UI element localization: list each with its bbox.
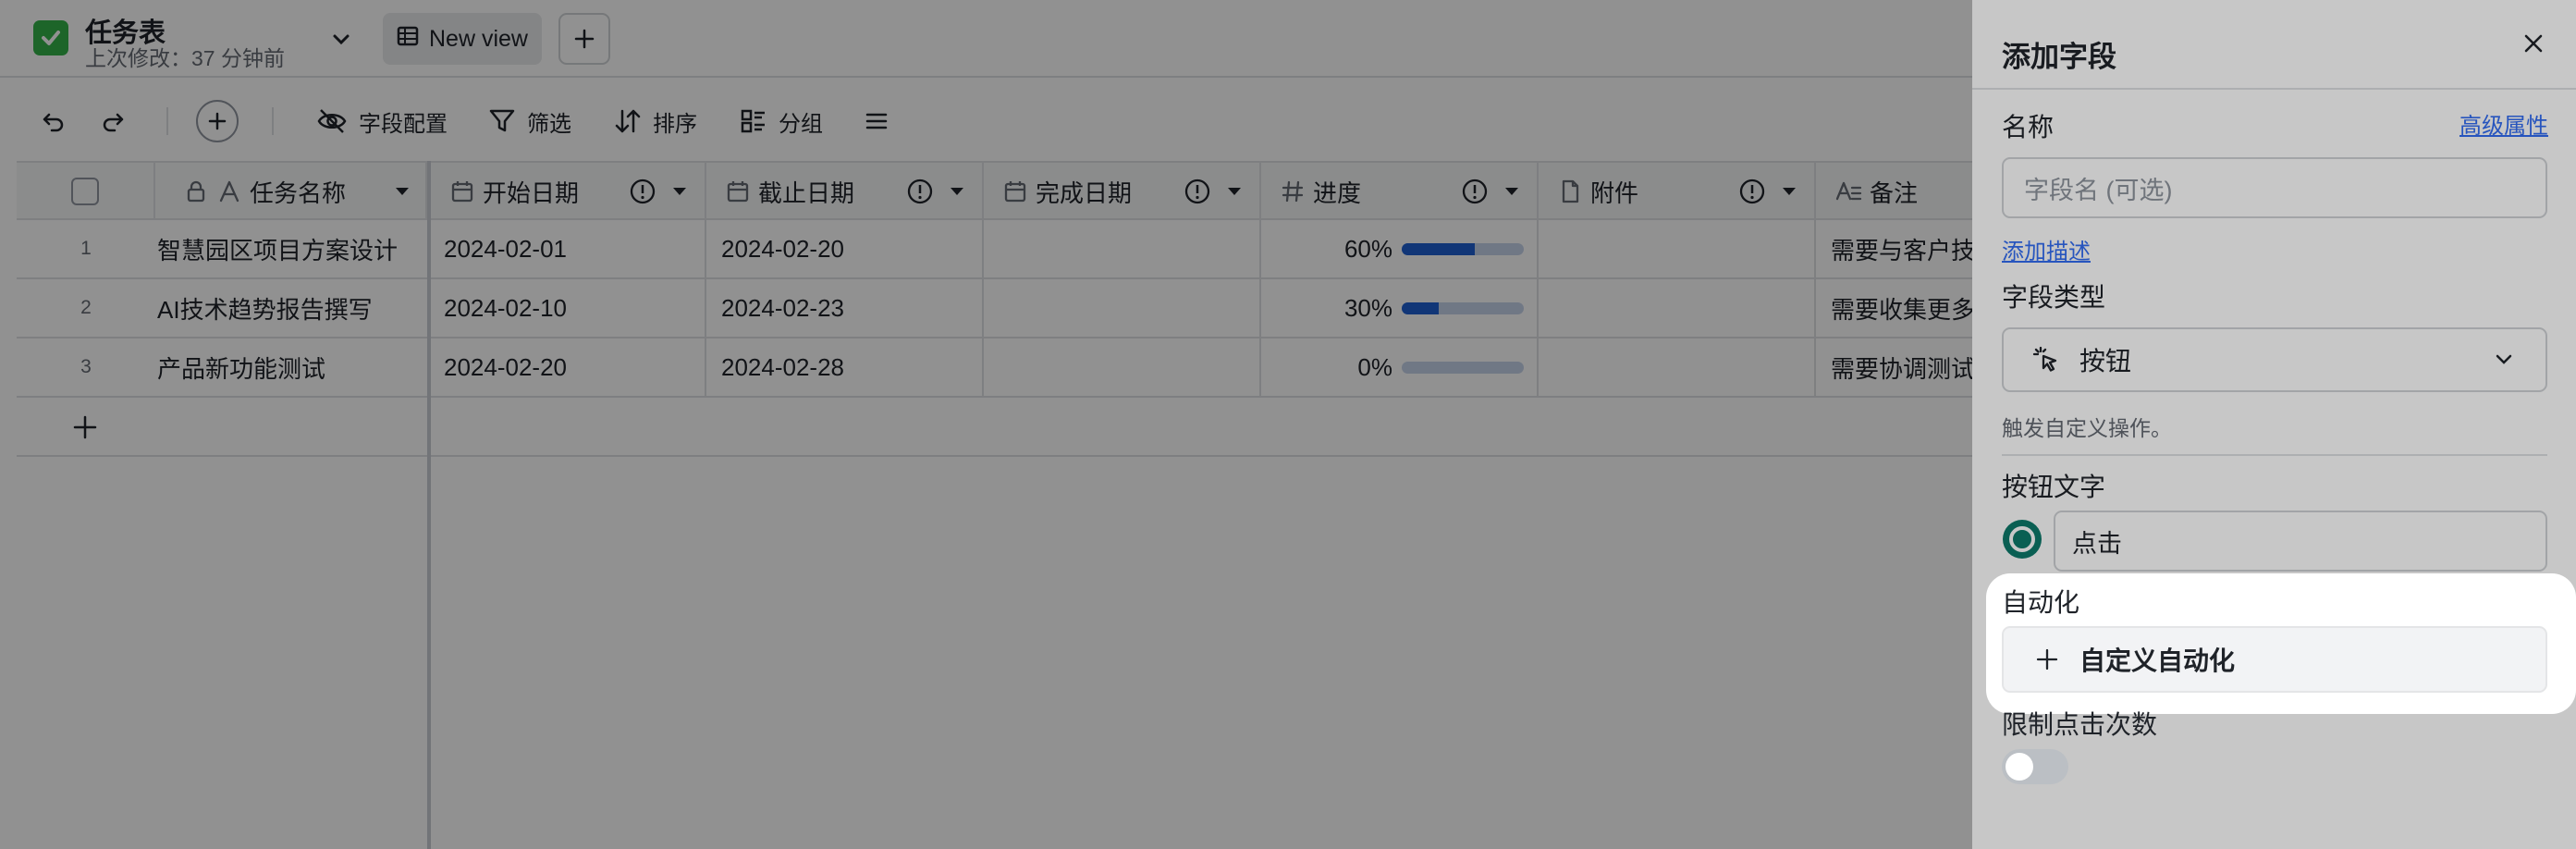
limit-clicks-label: 限制点击次数 bbox=[2002, 710, 2158, 739]
table-workspace: 任务表 上次修改：37 分钟前 New view 字段配置 筛选 排序 分组 任… bbox=[0, 0, 1972, 849]
toggle-knob bbox=[2006, 753, 2033, 781]
custom-automation-label: 自定义自动化 bbox=[2079, 646, 2236, 675]
custom-automation-button[interactable]: 自定义自动化 bbox=[2002, 626, 2547, 693]
plus-icon bbox=[2036, 648, 2058, 671]
limit-clicks-toggle[interactable] bbox=[2002, 749, 2068, 784]
automation-label: 自动化 bbox=[2002, 588, 2080, 617]
modal-backdrop[interactable] bbox=[0, 0, 1972, 849]
add-field-panel: 添加字段 名称 高级属性 字段名 (可选) 添加描述 字段类型 按钮 触发自定义… bbox=[1972, 0, 2576, 849]
